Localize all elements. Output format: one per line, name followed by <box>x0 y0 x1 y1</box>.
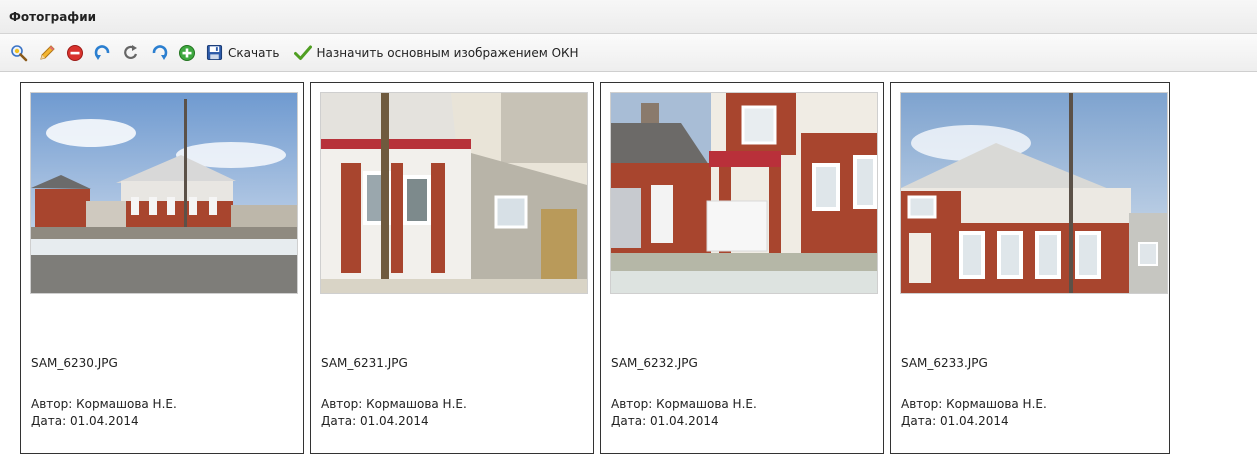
author-value: Кормашова Н.Е. <box>656 397 757 411</box>
photo-filename: SAM_6233.JPG <box>901 356 988 370</box>
date-value: 01.04.2014 <box>359 414 429 428</box>
photo-card[interactable]: SAM_6230.JPG Автор: Кормашова Н.Е. Дата:… <box>20 82 304 454</box>
author-value: Кормашова Н.Е. <box>946 397 1047 411</box>
photo-author: Автор: Кормашова Н.Е. <box>321 396 467 413</box>
author-label: Автор: <box>321 397 363 411</box>
author-label: Автор: <box>31 397 73 411</box>
photo-filename: SAM_6230.JPG <box>31 356 118 370</box>
toolbar: Скачать Назначить основным изображением … <box>0 34 1257 72</box>
photo-meta: Автор: Кормашова Н.Е. Дата: 01.04.2014 <box>31 396 177 430</box>
panel-header: Фотографии <box>0 0 1257 34</box>
photo-thumbnail[interactable] <box>30 92 298 294</box>
set-main-image-label: Назначить основным изображением ОКН <box>316 45 579 60</box>
photo-date: Дата: 01.04.2014 <box>901 413 1047 430</box>
date-label: Дата: <box>611 414 647 428</box>
photo-filename: SAM_6232.JPG <box>611 356 698 370</box>
photo-thumbnail[interactable] <box>320 92 588 294</box>
delete-icon[interactable] <box>62 41 88 65</box>
checkmark-icon <box>293 45 312 60</box>
photo-author: Автор: Кормашова Н.Е. <box>31 396 177 413</box>
photo-meta: Автор: Кормашова Н.Е. Дата: 01.04.2014 <box>901 396 1047 430</box>
photo-date: Дата: 01.04.2014 <box>611 413 757 430</box>
author-value: Кормашова Н.Е. <box>76 397 177 411</box>
photo-filename: SAM_6231.JPG <box>321 356 408 370</box>
photo-thumbnail[interactable] <box>900 92 1168 294</box>
add-icon[interactable] <box>174 41 200 65</box>
date-value: 01.04.2014 <box>649 414 719 428</box>
photo-author: Автор: Кормашова Н.Е. <box>901 396 1047 413</box>
download-label: Скачать <box>228 45 280 60</box>
author-value: Кормашова Н.Е. <box>366 397 467 411</box>
photo-thumbnail[interactable] <box>610 92 878 294</box>
date-label: Дата: <box>31 414 67 428</box>
rotate-left-icon[interactable] <box>90 41 116 65</box>
photo-date: Дата: 01.04.2014 <box>321 413 467 430</box>
date-label: Дата: <box>321 414 357 428</box>
set-main-image-button[interactable]: Назначить основным изображением ОКН <box>290 41 583 65</box>
photo-gallery: SAM_6230.JPG Автор: Кормашова Н.Е. Дата:… <box>0 72 1257 466</box>
photo-card[interactable]: SAM_6233.JPG Автор: Кормашова Н.Е. Дата:… <box>890 82 1170 454</box>
photo-author: Автор: Кормашова Н.Е. <box>611 396 757 413</box>
zoom-icon[interactable] <box>6 41 32 65</box>
save-icon <box>206 44 223 61</box>
date-value: 01.04.2014 <box>939 414 1009 428</box>
author-label: Автор: <box>901 397 943 411</box>
photo-card[interactable]: SAM_6232.JPG Автор: Кормашова Н.Е. Дата:… <box>600 82 884 454</box>
photo-card[interactable]: SAM_6231.JPG Автор: Кормашова Н.Е. Дата:… <box>310 82 594 454</box>
panel-title: Фотографии <box>9 9 97 24</box>
photo-meta: Автор: Кормашова Н.Е. Дата: 01.04.2014 <box>611 396 757 430</box>
photo-date: Дата: 01.04.2014 <box>31 413 177 430</box>
photo-meta: Автор: Кормашова Н.Е. Дата: 01.04.2014 <box>321 396 467 430</box>
date-value: 01.04.2014 <box>69 414 139 428</box>
download-button[interactable]: Скачать <box>202 41 284 65</box>
date-label: Дата: <box>901 414 937 428</box>
refresh-icon[interactable] <box>118 41 144 65</box>
author-label: Автор: <box>611 397 653 411</box>
edit-icon[interactable] <box>34 41 60 65</box>
rotate-right-icon[interactable] <box>146 41 172 65</box>
